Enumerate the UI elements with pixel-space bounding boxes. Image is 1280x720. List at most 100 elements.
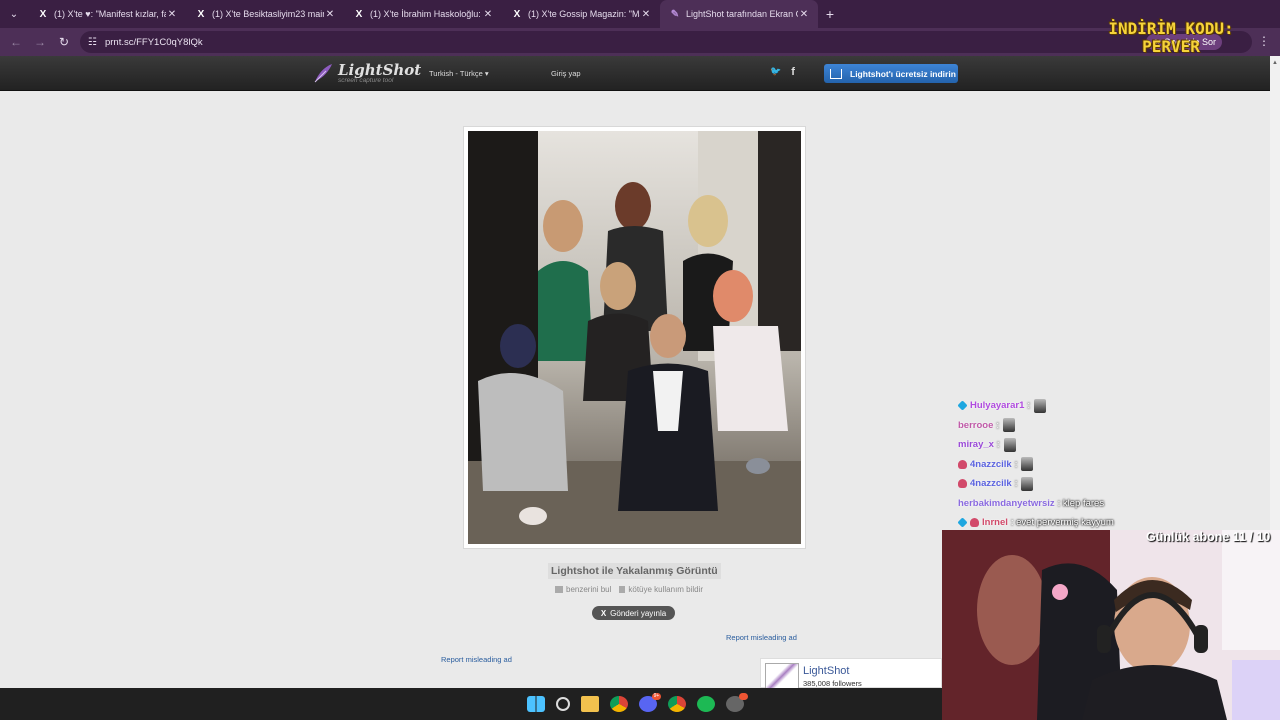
chrome-icon[interactable]: [668, 696, 686, 712]
url-text[interactable]: prnt.sc/FFY1C0qY8lQk: [105, 37, 203, 48]
emote-icon: [1003, 437, 1016, 452]
facebook-page-widget[interactable]: LightShot 385,008 followers: [760, 658, 942, 689]
tweet-label: Gönderi yayınla: [610, 608, 667, 618]
spotify-icon[interactable]: [697, 696, 715, 712]
close-icon[interactable]: ✕: [324, 9, 336, 20]
promo-code: PERVER: [1142, 37, 1200, 56]
close-icon[interactable]: ✕: [166, 9, 178, 20]
report-ad-link[interactable]: Report misleading ad: [726, 633, 797, 642]
x-logo-icon: X: [600, 608, 607, 618]
scroll-up-icon[interactable]: ▲: [1272, 60, 1278, 70]
chat-text: : klep fares: [1057, 497, 1105, 509]
chat-username: lnrnel: [982, 517, 1008, 529]
chat-text: :: [1014, 458, 1018, 470]
windows-start-icon[interactable]: [527, 696, 545, 712]
daily-subs-counter: Günlük abone 11 / 10: [1146, 530, 1271, 544]
tab-title: (1) X'te Gossip Magazin: "Mani: [528, 9, 640, 19]
chat-message: berrooe:: [958, 416, 1158, 436]
facebook-icon[interactable]: f: [791, 66, 795, 78]
address-bar[interactable]: ☷ prnt.sc/FFY1C0qY8lQk ◎ Google'a Sor: [80, 31, 1252, 53]
chat-text: :: [1027, 400, 1031, 412]
close-icon[interactable]: ✕: [482, 9, 494, 20]
twitter-icon[interactable]: 🐦: [770, 66, 781, 78]
app-icon[interactable]: [726, 693, 748, 712]
browser-tab-bar: ⌄ X (1) X'te ♥: "Manifest kızlar, fan ✕ …: [0, 0, 1280, 28]
tweet-button[interactable]: X Gönderi yayınla: [592, 606, 675, 620]
download-button[interactable]: Lightshot'ı ücretsiz indirin: [824, 64, 958, 83]
promo-code-overlay: İNDİRİM KODU: PERVER: [1106, 20, 1236, 56]
captured-photo[interactable]: [468, 131, 801, 544]
trash-icon: [619, 586, 626, 593]
file-explorer-icon[interactable]: [581, 696, 599, 712]
chat-text: : evet pervermiş kayyum: [1010, 517, 1114, 529]
captured-image-frame: [463, 126, 806, 549]
chat-message: 4nazzcilk:: [958, 474, 1158, 494]
report-abuse-label: kötüye kullanım bildir: [628, 585, 704, 594]
tab-title: (1) X'te Besiktasliyim23 main sh: [212, 9, 324, 19]
report-abuse-link[interactable]: kötüye kullanım bildir: [619, 585, 703, 594]
report-ad-link[interactable]: Report misleading ad: [441, 655, 512, 664]
browser-tab-active[interactable]: ✎ LightShot tarafından Ekran Gör ✕: [660, 0, 818, 28]
chat-message: herbakimdanyetwrsiz: klep fares: [958, 494, 1158, 514]
find-similar-link[interactable]: benzerini bul: [555, 585, 611, 594]
lightshot-feather-icon: ✎: [670, 8, 680, 20]
forward-button[interactable]: →: [28, 35, 52, 49]
fb-followers: 385,008 followers: [803, 679, 862, 688]
site-info-icon[interactable]: ☷: [88, 37, 97, 48]
fb-page-name[interactable]: LightShot: [803, 665, 849, 677]
close-icon[interactable]: ✕: [640, 9, 652, 20]
back-button[interactable]: ←: [4, 35, 28, 49]
x-logo-icon: X: [513, 8, 521, 20]
chrome-icon[interactable]: [610, 696, 628, 712]
emote-icon: [1021, 476, 1034, 491]
chat-username: herbakimdanyetwrsiz: [958, 497, 1055, 509]
download-icon: [830, 68, 842, 79]
download-label: Lightshot'ı ücretsiz indirin: [850, 68, 956, 79]
chat-text: :: [996, 439, 1000, 451]
chat-username: 4nazzcilk: [970, 458, 1012, 470]
chat-text: :: [1014, 478, 1018, 490]
discord-icon[interactable]: 9+: [639, 693, 661, 712]
x-logo-icon: X: [39, 8, 47, 20]
cat-badge-icon: [958, 459, 967, 469]
chat-username: 4nazzcilk: [970, 478, 1012, 490]
stream-chat: Hulyayarar1: berrooe: miray_x:4nazzcilk:4n…: [957, 396, 1158, 533]
lightshot-header: LightShot screen capture tool Turkish - …: [0, 56, 1270, 91]
chat-text: :: [996, 419, 1000, 431]
lightshot-logo[interactable]: LightShot screen capture tool: [312, 62, 421, 84]
notification-badge: 9+: [652, 693, 661, 700]
login-link[interactable]: Giriş yap: [551, 69, 581, 78]
chat-message: Hulyayarar1:: [957, 396, 1158, 416]
search-icon[interactable]: [556, 697, 570, 711]
reload-button[interactable]: ↻: [52, 35, 76, 49]
cat-badge-icon: [970, 518, 979, 528]
tab-search-icon[interactable]: ⌄: [0, 0, 28, 28]
x-logo-icon: X: [197, 8, 205, 20]
promo-line: İNDİRİM KODU:: [1108, 19, 1234, 38]
find-similar-label: benzerini bul: [566, 585, 612, 594]
webcam-overlay: [942, 530, 1280, 720]
language-selector[interactable]: Turkish - Türkçe ▾: [429, 69, 489, 78]
tab-title: LightShot tarafından Ekran Gör: [686, 9, 798, 19]
emote-icon: [1034, 398, 1047, 413]
browser-tab[interactable]: X (1) X'te Gossip Magazin: "Mani ✕: [502, 0, 660, 28]
chat-username: berrooe: [958, 419, 994, 431]
close-icon[interactable]: ✕: [798, 9, 810, 20]
browser-tab[interactable]: X (1) X'te ♥: "Manifest kızlar, fan ✕: [28, 0, 186, 28]
browser-tab[interactable]: X (1) X'te İbrahim Haskoloğlu: 🔴 ✕: [344, 0, 502, 28]
chat-username: miray_x: [958, 439, 994, 451]
subscriber-badge-icon: [957, 517, 968, 528]
new-tab-button[interactable]: +: [818, 0, 842, 28]
feather-icon: [314, 64, 332, 83]
browser-menu-icon[interactable]: ⋮: [1258, 34, 1270, 48]
tab-title: (1) X'te İbrahim Haskoloğlu: 🔴: [370, 8, 482, 19]
browser-tab[interactable]: X (1) X'te Besiktasliyim23 main sh ✕: [186, 0, 344, 28]
notification-badge: [739, 693, 748, 700]
image-actions: benzerini bul kötüye kullanım bildir: [555, 585, 703, 594]
chat-username: Hulyayarar1: [970, 400, 1025, 412]
page-thumbnail: [765, 663, 799, 689]
image-title: Lightshot ile Yakalanmış Görüntü: [548, 563, 721, 579]
webcam-feed: [942, 530, 1280, 720]
chat-message: 4nazzcilk:: [958, 455, 1158, 475]
x-logo-icon: X: [355, 8, 363, 20]
